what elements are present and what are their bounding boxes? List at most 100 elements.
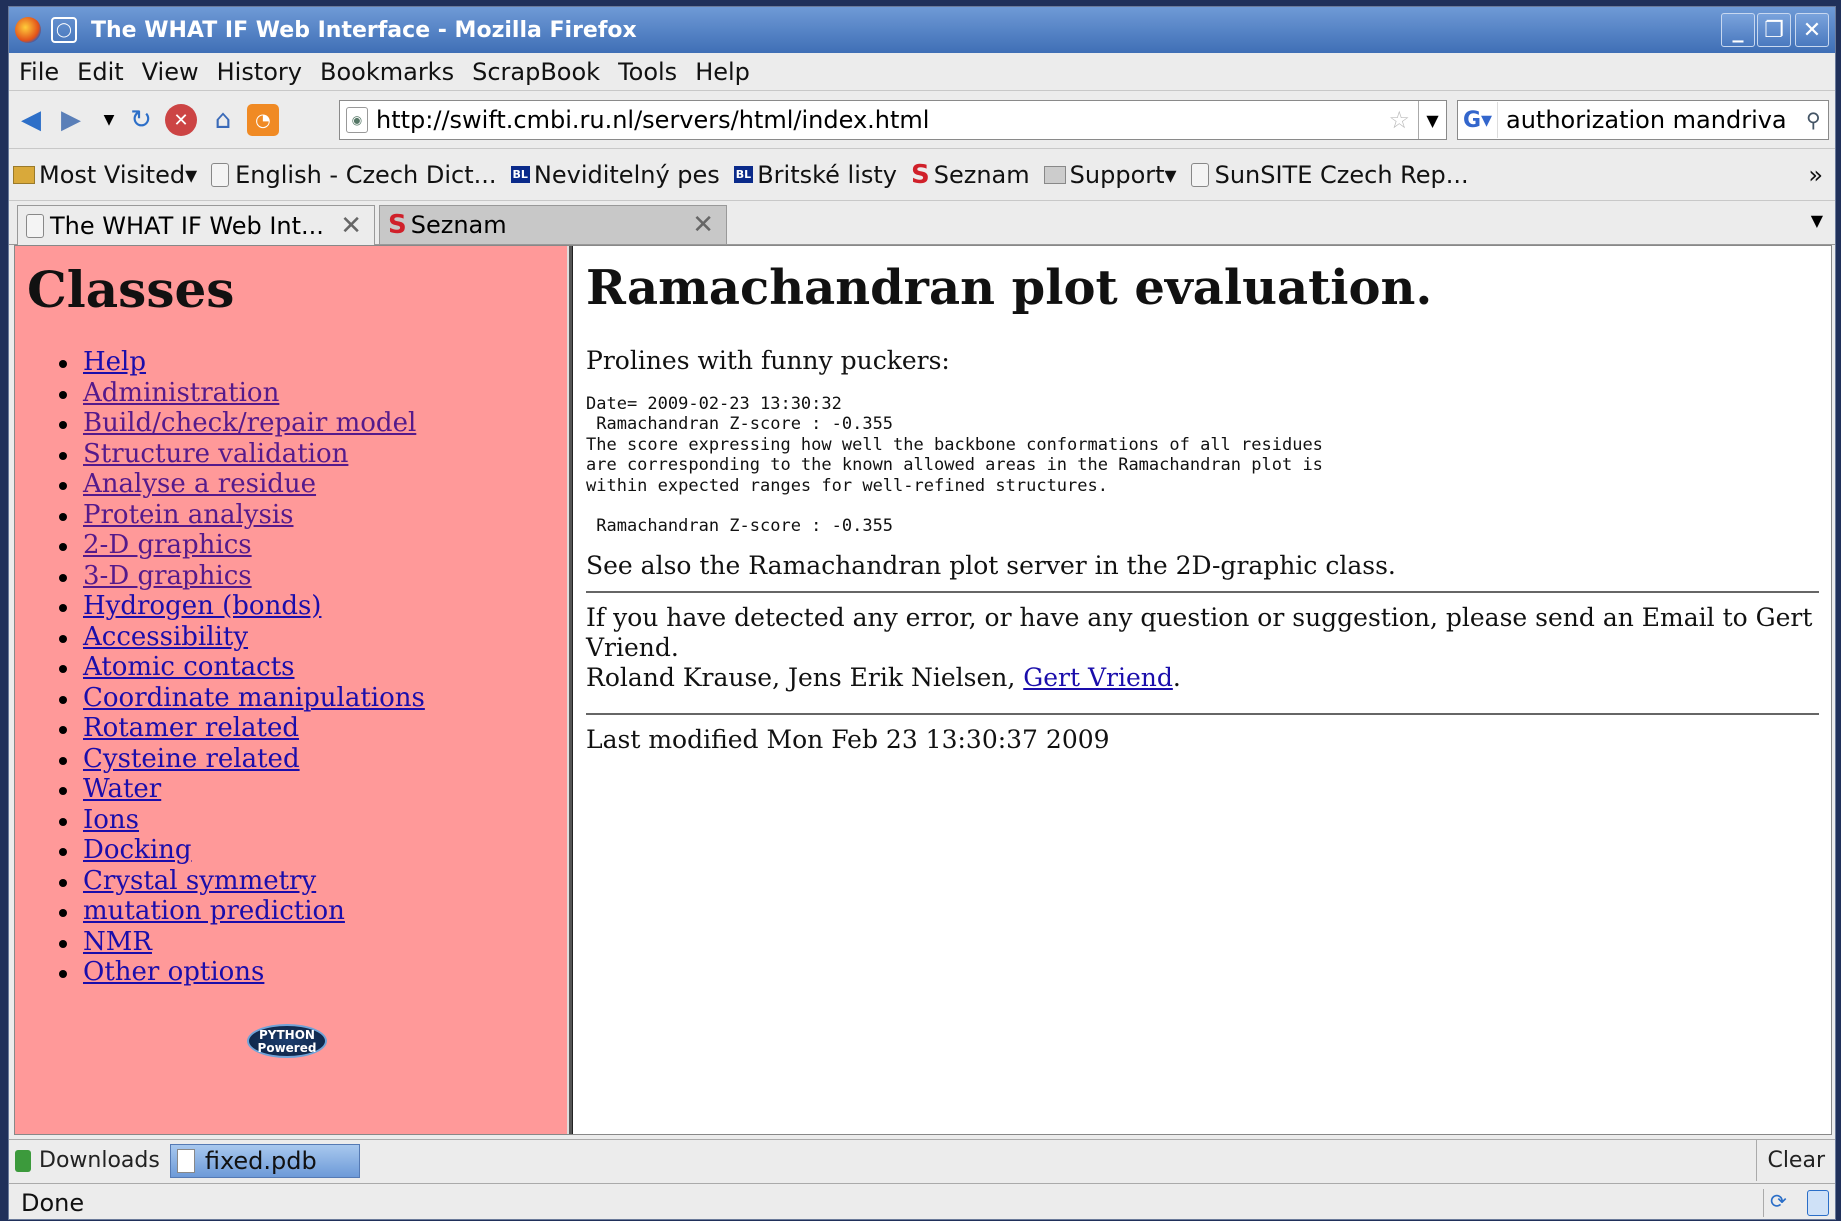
class-link[interactable]: Crystal symmetry — [83, 866, 316, 896]
bl-icon: BL — [510, 166, 530, 183]
menu-scrapbook[interactable]: ScrapBook — [472, 58, 600, 86]
menu-bar: File Edit View History Bookmarks ScrapBo… — [9, 53, 1835, 91]
downloads-button[interactable]: Downloads — [15, 1148, 160, 1173]
page-title: Ramachandran plot evaluation. — [586, 260, 1433, 316]
class-link[interactable]: Ions — [83, 805, 139, 835]
rss-icon[interactable]: ◔ — [247, 104, 279, 136]
downloads-icon — [15, 1149, 31, 1172]
list-item: Administration — [59, 378, 567, 409]
bookmark-most-visited[interactable]: Most Visited ▾ — [13, 161, 197, 189]
python-powered-logo[interactable]: PYTHON Powered — [247, 1024, 327, 1058]
tab-bar: The WHAT IF Web Int... ✕ S Seznam ✕ ▼ — [9, 201, 1835, 245]
authors-line: Roland Krause, Jens Erik Nielsen, Gert V… — [586, 663, 1819, 693]
restore-button[interactable]: ❐ — [1757, 13, 1791, 47]
download-item[interactable]: fixed.pdb — [169, 1143, 360, 1178]
tab-whatif[interactable]: The WHAT IF Web Int... ✕ — [17, 205, 375, 245]
folder-icon — [13, 165, 35, 184]
minimize-button[interactable]: _ — [1721, 13, 1755, 47]
firefox-logo-icon — [15, 17, 41, 43]
class-link[interactable]: Protein analysis — [83, 500, 294, 530]
authors-text: Roland Krause, Jens Erik Nielsen, — [586, 662, 1016, 692]
class-link[interactable]: Help — [83, 347, 146, 377]
clear-button[interactable]: Clear — [1756, 1140, 1835, 1181]
result-preformatted: Date= 2009-02-23 13:30:32 Ramachandran Z… — [586, 394, 1323, 537]
page-content: Classes Help Administration Build/check/… — [14, 245, 1832, 1135]
page-icon — [26, 213, 44, 238]
gert-vriend-link[interactable]: Gert Vriend — [1023, 663, 1173, 692]
bookmark-seznam[interactable]: S Seznam — [911, 160, 1030, 190]
bookmark-sunsite[interactable]: SunSITE Czech Rep... — [1190, 161, 1469, 189]
bookmarks-overflow-icon[interactable]: » — [1808, 161, 1823, 189]
seznam-icon: S — [911, 159, 930, 190]
bookmark-english-czech[interactable]: English - Czech Dict... — [211, 161, 497, 189]
class-link[interactable]: Docking — [83, 835, 192, 865]
menu-help[interactable]: Help — [695, 58, 750, 86]
bookmark-support[interactable]: Support ▾ — [1043, 161, 1177, 189]
tab-list-dropdown-icon[interactable]: ▼ — [1811, 211, 1823, 230]
history-dropdown-icon[interactable]: ▼ — [93, 104, 125, 136]
class-link[interactable]: mutation prediction — [83, 896, 345, 926]
class-link[interactable]: 3-D graphics — [83, 561, 252, 591]
class-link[interactable]: Other options — [83, 957, 264, 987]
bookmark-britske-listy[interactable]: BL Britské listy — [733, 161, 897, 189]
class-link[interactable]: Administration — [83, 378, 279, 408]
list-item: Build/check/repair model — [59, 408, 567, 439]
class-link[interactable]: Coordinate manipulations — [83, 683, 425, 713]
list-item: Atomic contacts — [59, 652, 567, 683]
close-button[interactable]: ✕ — [1795, 13, 1829, 47]
tab-label: The WHAT IF Web Int... — [50, 211, 324, 240]
list-item: Help — [59, 347, 567, 378]
list-item: Docking — [59, 835, 567, 866]
close-tab-icon[interactable]: ✕ — [340, 211, 362, 241]
sync-icon[interactable]: ⟳ — [1763, 1188, 1791, 1217]
menu-view[interactable]: View — [142, 58, 199, 86]
bookmark-star-icon[interactable]: ☆ — [1388, 106, 1410, 134]
class-link[interactable]: Structure validation — [83, 439, 348, 469]
list-item: NMR — [59, 927, 567, 958]
class-link[interactable]: Water — [83, 774, 161, 804]
pin-icon[interactable]: ◯ — [51, 17, 77, 43]
url-text[interactable]: http://swift.cmbi.ru.nl/servers/html/ind… — [376, 106, 1388, 134]
reload-icon[interactable]: ↻ — [125, 104, 157, 136]
list-item: Ions — [59, 805, 567, 836]
search-icon[interactable]: ⚲ — [1806, 108, 1828, 132]
class-link[interactable]: Rotamer related — [83, 713, 299, 743]
menu-edit[interactable]: Edit — [77, 58, 123, 86]
close-tab-icon[interactable]: ✕ — [692, 210, 714, 240]
list-item: Other options — [59, 957, 567, 988]
intro-text: Prolines with funny puckers: — [586, 346, 950, 375]
bookmark-neviditelny-pes[interactable]: BL Neviditelný pes — [510, 161, 720, 189]
scrapbook-icon[interactable] — [1807, 1189, 1829, 1216]
back-icon[interactable]: ◀ — [15, 104, 47, 136]
search-input[interactable]: authorization mandriva — [1506, 106, 1806, 134]
forward-icon[interactable]: ▶ — [55, 104, 87, 136]
divider-line — [586, 590, 1819, 593]
class-link[interactable]: Hydrogen (bonds) — [83, 591, 321, 621]
bookmarks-toolbar: Most Visited ▾ English - Czech Dict... BL… — [9, 149, 1835, 201]
search-box[interactable]: G▾ authorization mandriva ⚲ — [1457, 100, 1829, 140]
google-engine-icon[interactable]: G▾ — [1458, 102, 1498, 138]
menu-bookmarks[interactable]: Bookmarks — [320, 58, 454, 86]
class-link[interactable]: Cysteine related — [83, 744, 300, 774]
class-link[interactable]: Accessibility — [83, 622, 248, 652]
stop-icon[interactable]: ✕ — [165, 104, 197, 136]
menu-tools[interactable]: Tools — [618, 58, 677, 86]
menu-history[interactable]: History — [217, 58, 302, 86]
class-link[interactable]: 2-D graphics — [83, 530, 252, 560]
list-item: Accessibility — [59, 622, 567, 653]
class-link[interactable]: Build/check/repair model — [83, 408, 416, 438]
url-bar[interactable]: ◉ http://swift.cmbi.ru.nl/servers/html/i… — [339, 100, 1447, 140]
url-dropdown-icon[interactable]: ▼ — [1418, 101, 1446, 139]
class-link[interactable]: Analyse a residue — [83, 469, 316, 499]
class-link[interactable]: Atomic contacts — [83, 652, 294, 682]
authors-period: . — [1172, 662, 1181, 692]
classes-frame: Classes Help Administration Build/check/… — [15, 246, 567, 1134]
list-item: Protein analysis — [59, 500, 567, 531]
class-link[interactable]: NMR — [83, 927, 152, 957]
menu-file[interactable]: File — [19, 58, 59, 86]
page-icon — [1190, 162, 1209, 187]
tab-seznam[interactable]: S Seznam ✕ — [379, 205, 727, 245]
list-item: mutation prediction — [59, 896, 567, 927]
home-icon[interactable]: ⌂ — [207, 104, 239, 136]
list-item: Structure validation — [59, 439, 567, 470]
